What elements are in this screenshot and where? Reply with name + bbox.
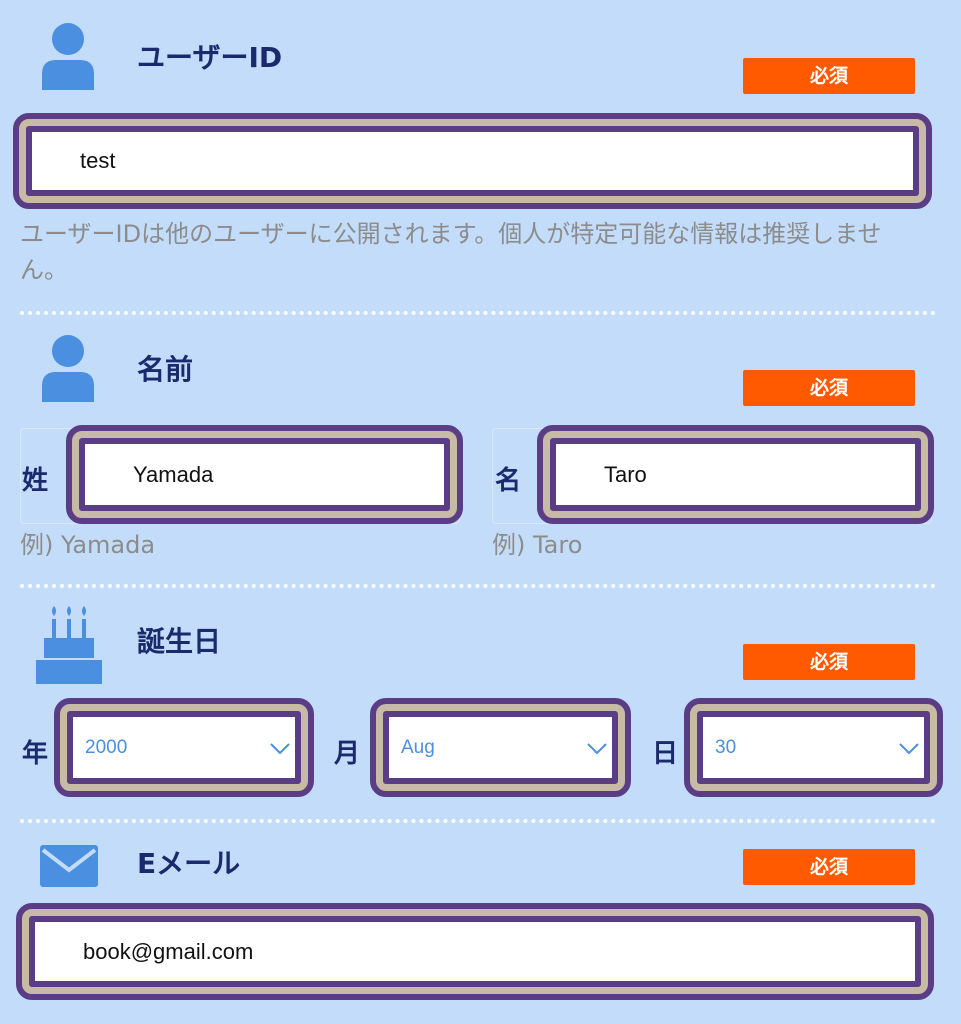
user-id-input-frame[interactable]: test <box>13 113 932 209</box>
day-select[interactable]: 30 <box>697 711 930 784</box>
chevron-down-icon <box>899 742 919 754</box>
name-title: 名前 <box>137 353 194 386</box>
month-value: Aug <box>401 736 435 758</box>
last-name-label: 姓 <box>22 466 49 496</box>
user-id-title: ユーザーID <box>137 41 283 74</box>
section-divider <box>20 819 936 823</box>
day-value: 30 <box>715 736 737 758</box>
person-icon <box>42 23 94 90</box>
required-badge: 必須 <box>743 58 915 94</box>
first-name-label: 名 <box>495 466 522 496</box>
required-badge: 必須 <box>743 849 915 885</box>
year-label: 年 <box>22 739 49 769</box>
first-name-input[interactable]: Taro <box>550 438 921 511</box>
day-select-frame[interactable]: 30 <box>684 698 943 797</box>
last-name-input[interactable]: Yamada <box>79 438 450 511</box>
month-select-frame[interactable]: Aug <box>370 698 631 797</box>
year-value: 2000 <box>85 736 128 758</box>
first-name-input-frame[interactable]: Taro <box>537 425 934 524</box>
email-title: Eメール <box>137 847 241 880</box>
year-select-frame[interactable]: 2000 <box>54 698 314 797</box>
required-badge: 必須 <box>743 370 915 406</box>
last-name-value: Yamada <box>133 461 214 487</box>
user-id-input[interactable]: test <box>26 126 919 196</box>
user-id-hint: ユーザーIDは他のユーザーに公開されます。個人が特定可能な情報は推奨しません。 <box>20 220 882 284</box>
month-select[interactable]: Aug <box>383 711 618 784</box>
user-id-value: test <box>80 148 116 173</box>
birthday-title: 誕生日 <box>137 625 222 658</box>
chevron-down-icon <box>270 742 290 754</box>
email-input-frame[interactable]: book@gmail.com <box>16 903 934 1000</box>
email-input[interactable]: book@gmail.com <box>29 916 921 987</box>
day-label: 日 <box>652 739 679 769</box>
email-value: book@gmail.com <box>83 938 254 964</box>
first-name-value: Taro <box>604 461 647 487</box>
section-divider <box>20 311 936 315</box>
section-divider <box>20 584 936 588</box>
chevron-down-icon <box>587 742 607 754</box>
birthday-cake-icon <box>36 606 102 684</box>
year-select[interactable]: 2000 <box>67 711 301 784</box>
first-name-hint: 例) Taro <box>492 531 583 559</box>
envelope-icon <box>40 845 98 887</box>
last-name-input-frame[interactable]: Yamada <box>66 425 463 524</box>
month-label: 月 <box>334 739 361 769</box>
last-name-hint: 例) Yamada <box>20 531 156 559</box>
required-badge: 必須 <box>743 644 915 680</box>
person-icon <box>42 335 94 402</box>
